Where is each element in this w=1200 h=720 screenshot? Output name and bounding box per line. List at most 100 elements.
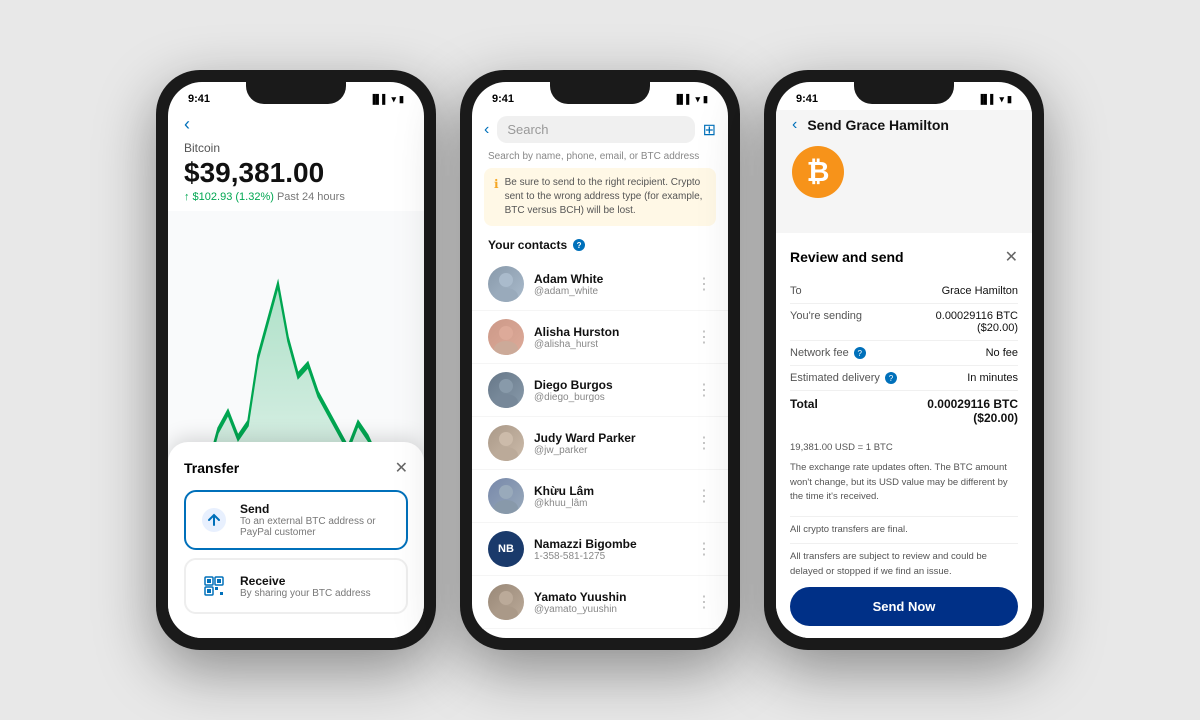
signal-icon-3: ▐▌▌ — [977, 94, 996, 104]
contact-more-namazzi[interactable]: ⋮ — [696, 539, 712, 559]
contact-diego-burgos[interactable]: Diego Burgos @diego_burgos ⋮ — [472, 364, 728, 417]
receive-icon — [198, 570, 230, 602]
contact-name-diego: Diego Burgos — [534, 378, 686, 392]
disclaimer3: All transfers are subject to review and … — [790, 550, 1018, 579]
back-button-3[interactable]: ‹ — [792, 116, 797, 134]
notch-3 — [854, 82, 954, 104]
contact-handle-yamato: @yamato_yuushin — [534, 604, 686, 615]
send-nav: ‹ Send Grace Hamilton — [792, 116, 1016, 134]
warning-box: ℹ Be sure to send to the right recipient… — [484, 168, 716, 226]
contacts-list: Adam White @adam_white ⋮ — [472, 258, 728, 629]
phone-2: 9:41 ▐▌▌ ▾ ▮ ‹ Search ⊞ Search by name, … — [460, 70, 740, 650]
review-close-button[interactable]: ✕ — [1005, 247, 1018, 267]
wifi-icon: ▾ — [392, 94, 397, 105]
contact-handle-alisha: @alisha_hurst — [534, 339, 686, 350]
contact-yamato[interactable]: Yamato Yuushin @yamato_yuushin ⋮ — [472, 576, 728, 629]
contact-name-khuu: Khừu Lâm — [534, 484, 686, 498]
search-input-wrap[interactable]: Search — [497, 116, 694, 143]
send-now-button[interactable]: Send Now — [790, 587, 1018, 626]
status-icons-2: ▐▌▌ ▾ ▮ — [673, 94, 708, 105]
coin-price: $39,381.00 — [184, 157, 408, 189]
contact-info-judy: Judy Ward Parker @jw_parker — [534, 431, 686, 456]
contact-info-khuu: Khừu Lâm @khuu_lâm — [534, 484, 686, 509]
delivery-label: Estimated delivery ? — [790, 372, 897, 384]
avatar-khuu — [488, 478, 524, 514]
contact-info-namazzi: Namazzi Bigombe 1-358-581-1275 — [534, 537, 686, 562]
review-row-delivery: Estimated delivery ? In minutes — [790, 366, 1018, 391]
contact-alisha-hurston[interactable]: Alisha Hurston @alisha_hurst ⋮ — [472, 311, 728, 364]
review-row-fee: Network fee ? No fee — [790, 341, 1018, 366]
contact-judy-ward[interactable]: Judy Ward Parker @jw_parker ⋮ — [472, 417, 728, 470]
modal-header: Transfer ✕ — [184, 458, 408, 478]
total-label: Total — [790, 397, 818, 411]
contact-handle-khuu: @khuu_lâm — [534, 498, 686, 509]
disclaimer-section: 19,381.00 USD = 1 BTC The exchange rate … — [790, 441, 1018, 517]
send-option-text: Send To an external BTC address or PayPa… — [240, 502, 394, 538]
notch-1 — [246, 82, 346, 104]
phone3-content: ‹ Send Grace Hamilton ₿ Send Bitcoin Rev… — [776, 110, 1032, 638]
avatar-namazzi: NB — [488, 531, 524, 567]
contact-handle-namazzi: 1-358-581-1275 — [534, 551, 686, 562]
time-2: 9:41 — [492, 93, 514, 105]
avatar-diego — [488, 372, 524, 408]
contact-name-namazzi: Namazzi Bigombe — [534, 537, 686, 551]
contact-name-yamato: Yamato Yuushin — [534, 590, 686, 604]
contact-khuu-lam[interactable]: Khừu Lâm @khuu_lâm ⋮ — [472, 470, 728, 523]
contact-info-yamato: Yamato Yuushin @yamato_yuushin — [534, 590, 686, 615]
contact-more-diego[interactable]: ⋮ — [696, 380, 712, 400]
contact-info-adam: Adam White @adam_white — [534, 272, 686, 297]
contact-info-alisha: Alisha Hurston @alisha_hurst — [534, 325, 686, 350]
exchange-note: 19,381.00 USD = 1 BTC — [790, 441, 1018, 455]
contact-more-khuu[interactable]: ⋮ — [696, 486, 712, 506]
btc-logo: ₿ — [792, 146, 844, 198]
disclaimer2: All crypto transfers are final. — [790, 523, 1018, 544]
search-input[interactable]: Search — [507, 122, 684, 137]
receive-option-subtitle: By sharing your BTC address — [240, 588, 371, 599]
contact-name-judy: Judy Ward Parker — [534, 431, 686, 445]
close-button[interactable]: ✕ — [395, 458, 408, 478]
review-row-total: Total 0.00029116 BTC ($20.00) — [790, 391, 1018, 433]
phone-3: 9:41 ▐▌▌ ▾ ▮ ‹ Send Grace Hamilton ₿ Sen… — [764, 70, 1044, 650]
review-row-to: To Grace Hamilton — [790, 279, 1018, 304]
send-option-subtitle: To an external BTC address or PayPal cus… — [240, 516, 394, 538]
signal-icon-2: ▐▌▌ — [673, 94, 692, 104]
send-header: ‹ Send Grace Hamilton ₿ Send Bitcoin — [776, 110, 1032, 233]
contact-namazzi[interactable]: NB Namazzi Bigombe 1-358-581-1275 ⋮ — [472, 523, 728, 576]
contact-name-alisha: Alisha Hurston — [534, 325, 686, 339]
avatar-yamato — [488, 584, 524, 620]
receive-option[interactable]: Receive By sharing your BTC address — [184, 558, 408, 614]
contact-more-judy[interactable]: ⋮ — [696, 433, 712, 453]
receive-option-text: Receive By sharing your BTC address — [240, 574, 371, 599]
total-value: 0.00029116 BTC ($20.00) — [893, 397, 1018, 425]
fee-label: Network fee ? — [790, 347, 866, 359]
contact-adam-white[interactable]: Adam White @adam_white ⋮ — [472, 258, 728, 311]
search-bar: ‹ Search ⊞ — [472, 110, 728, 149]
fee-help-icon[interactable]: ? — [854, 347, 866, 359]
to-value: Grace Hamilton — [942, 285, 1018, 297]
status-icons-1: ▐▌▌ ▾ ▮ — [369, 94, 404, 105]
modal-title: Transfer — [184, 460, 239, 476]
back-button-2[interactable]: ‹ — [484, 121, 489, 139]
send-option[interactable]: Send To an external BTC address or PayPa… — [184, 490, 408, 550]
avatar-alisha — [488, 319, 524, 355]
contact-more-yamato[interactable]: ⋮ — [696, 592, 712, 612]
contact-info-diego: Diego Burgos @diego_burgos — [534, 378, 686, 403]
delivery-help-icon[interactable]: ? — [885, 372, 897, 384]
to-label: To — [790, 285, 802, 297]
warning-icon: ℹ — [494, 176, 499, 218]
contacts-help-icon[interactable]: ? — [573, 239, 585, 251]
contact-more-adam[interactable]: ⋮ — [696, 274, 712, 294]
battery-icon-2: ▮ — [703, 94, 708, 105]
back-button-1[interactable]: ‹ — [168, 110, 424, 139]
contact-handle-adam: @adam_white — [534, 286, 686, 297]
contact-name-adam: Adam White — [534, 272, 686, 286]
send-option-title: Send — [240, 502, 394, 516]
status-icons-3: ▐▌▌ ▾ ▮ — [977, 94, 1012, 105]
phone-1: 9:41 ▐▌▌ ▾ ▮ ‹ Bitcoin $39,381.00 ↑ $102… — [156, 70, 436, 650]
qr-icon[interactable]: ⊞ — [703, 120, 716, 140]
signal-icon: ▐▌▌ — [369, 94, 388, 104]
contact-more-alisha[interactable]: ⋮ — [696, 327, 712, 347]
warning-text: Be sure to send to the right recipient. … — [505, 176, 706, 218]
sending-value: 0.00029116 BTC ($20.00) — [893, 310, 1018, 334]
contact-handle-diego: @diego_burgos — [534, 392, 686, 403]
